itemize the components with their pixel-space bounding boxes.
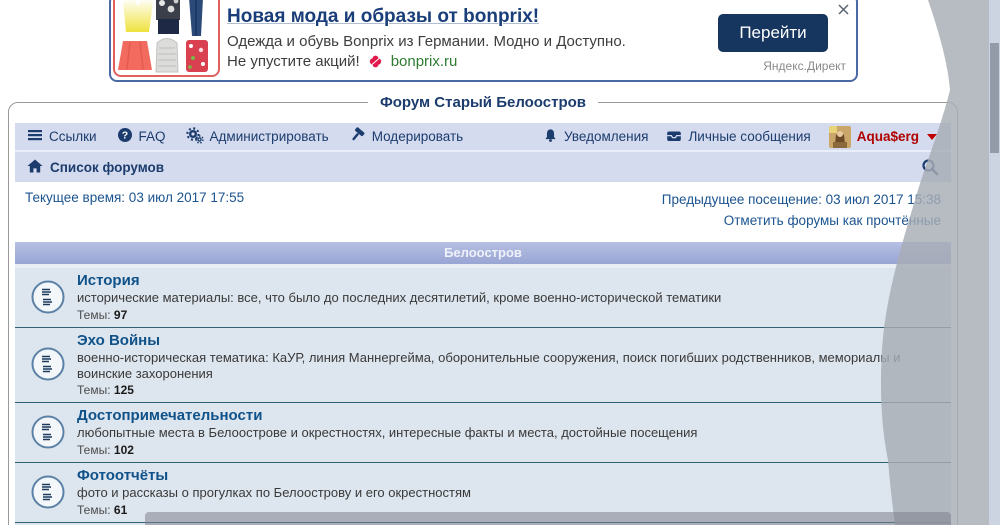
forum-unread-icon xyxy=(31,280,65,314)
forum-link-eho-voyny[interactable]: Эхо Войны xyxy=(77,332,941,349)
ad-product-image[interactable] xyxy=(113,0,220,77)
scrollbar-thumb[interactable] xyxy=(990,43,999,153)
scrollbar[interactable] xyxy=(989,0,1000,525)
gears-icon xyxy=(186,127,204,147)
home-icon xyxy=(27,159,43,176)
forum-description: исторические материалы: все, что было до… xyxy=(77,290,721,306)
forum-description: фото и рассказы о прогулках по Белоостро… xyxy=(77,485,471,501)
forum-row: Эхо Войны военно-историческая тематика: … xyxy=(15,328,951,403)
ad-attribution: Яндекс.Директ xyxy=(763,59,846,73)
forum-unread-icon xyxy=(31,415,65,449)
username: Aqua$erg xyxy=(857,129,919,144)
chevron-down-icon xyxy=(927,134,937,140)
bonprix-logo-icon xyxy=(368,55,383,68)
ad-cta-text: Не упустите акций! xyxy=(227,53,360,70)
nav-item-moderate[interactable]: Модерировать xyxy=(349,127,464,146)
forum-unread-icon xyxy=(31,347,65,381)
forum-topic-count: Темы: 102 xyxy=(77,443,697,457)
bottom-overlay-band xyxy=(145,512,951,525)
ad-description: Одежда и обувь Bonprix из Германии. Модн… xyxy=(227,33,717,50)
gavel-icon xyxy=(349,127,366,146)
nav-item-private-messages[interactable]: Личные сообщения xyxy=(666,128,810,146)
user-menu[interactable]: Aqua$erg xyxy=(829,126,937,148)
ad-title-link[interactable]: Новая мода и образы от bonprix! xyxy=(227,6,539,28)
forum-unread-icon xyxy=(31,475,65,509)
question-icon: ? xyxy=(117,127,133,146)
bell-icon xyxy=(543,128,558,146)
nav-item-links[interactable]: Ссылки xyxy=(27,128,97,145)
forum-description: военно-историческая тематика: КаУР, лини… xyxy=(77,350,941,381)
nav-item-notifications[interactable]: Уведомления xyxy=(543,128,648,146)
page-title: Форум Старый Белоостров xyxy=(368,94,598,111)
search-icon[interactable] xyxy=(921,158,939,176)
current-time: Текущее время: 03 июл 2017 17:55 xyxy=(25,190,244,232)
breadcrumb-forum-list[interactable]: Список форумов xyxy=(27,159,164,176)
breadcrumb: Список форумов xyxy=(15,152,951,182)
forum-panel: Форум Старый Белоостров Ссылки ? FAQ Адм… xyxy=(8,94,958,525)
ad-close-icon[interactable] xyxy=(837,3,851,17)
menu-icon xyxy=(27,128,43,145)
forum-link-istoriya[interactable]: История xyxy=(77,272,721,289)
ad-domain-link[interactable]: bonprix.ru xyxy=(391,53,458,70)
inbox-icon xyxy=(666,128,682,146)
mark-forums-read-link[interactable]: Отметить форумы как прочтённые xyxy=(724,213,941,228)
forum-link-dostoprimechatelnosti[interactable]: Достопримечательности xyxy=(77,407,697,424)
forum-topic-count: Темы: 97 xyxy=(77,308,721,322)
main-navbar: Ссылки ? FAQ Администрировать Модерирова… xyxy=(15,123,951,152)
svg-text:?: ? xyxy=(121,130,127,142)
forum-row: История исторические материалы: все, что… xyxy=(15,268,951,328)
forum-description: любопытные места в Белоострове и окрестн… xyxy=(77,425,697,441)
user-avatar xyxy=(829,126,851,148)
last-visit: Предыдущее посещение: 03 июл 2017 15:38 xyxy=(662,192,941,207)
nav-item-administer[interactable]: Администрировать xyxy=(186,127,329,147)
nav-item-faq[interactable]: ? FAQ xyxy=(117,127,166,146)
forum-link-fotootchety[interactable]: Фотоотчёты xyxy=(77,467,471,484)
ad-go-button[interactable]: Перейти xyxy=(718,14,828,52)
ad-banner: Новая мода и образы от bonprix! Одежда и… xyxy=(109,0,858,82)
category-header-beloostrov: Белоостров xyxy=(15,242,951,264)
forum-row: Достопримечательности любопытные места в… xyxy=(15,403,951,463)
forum-topic-count: Темы: 125 xyxy=(77,383,941,397)
